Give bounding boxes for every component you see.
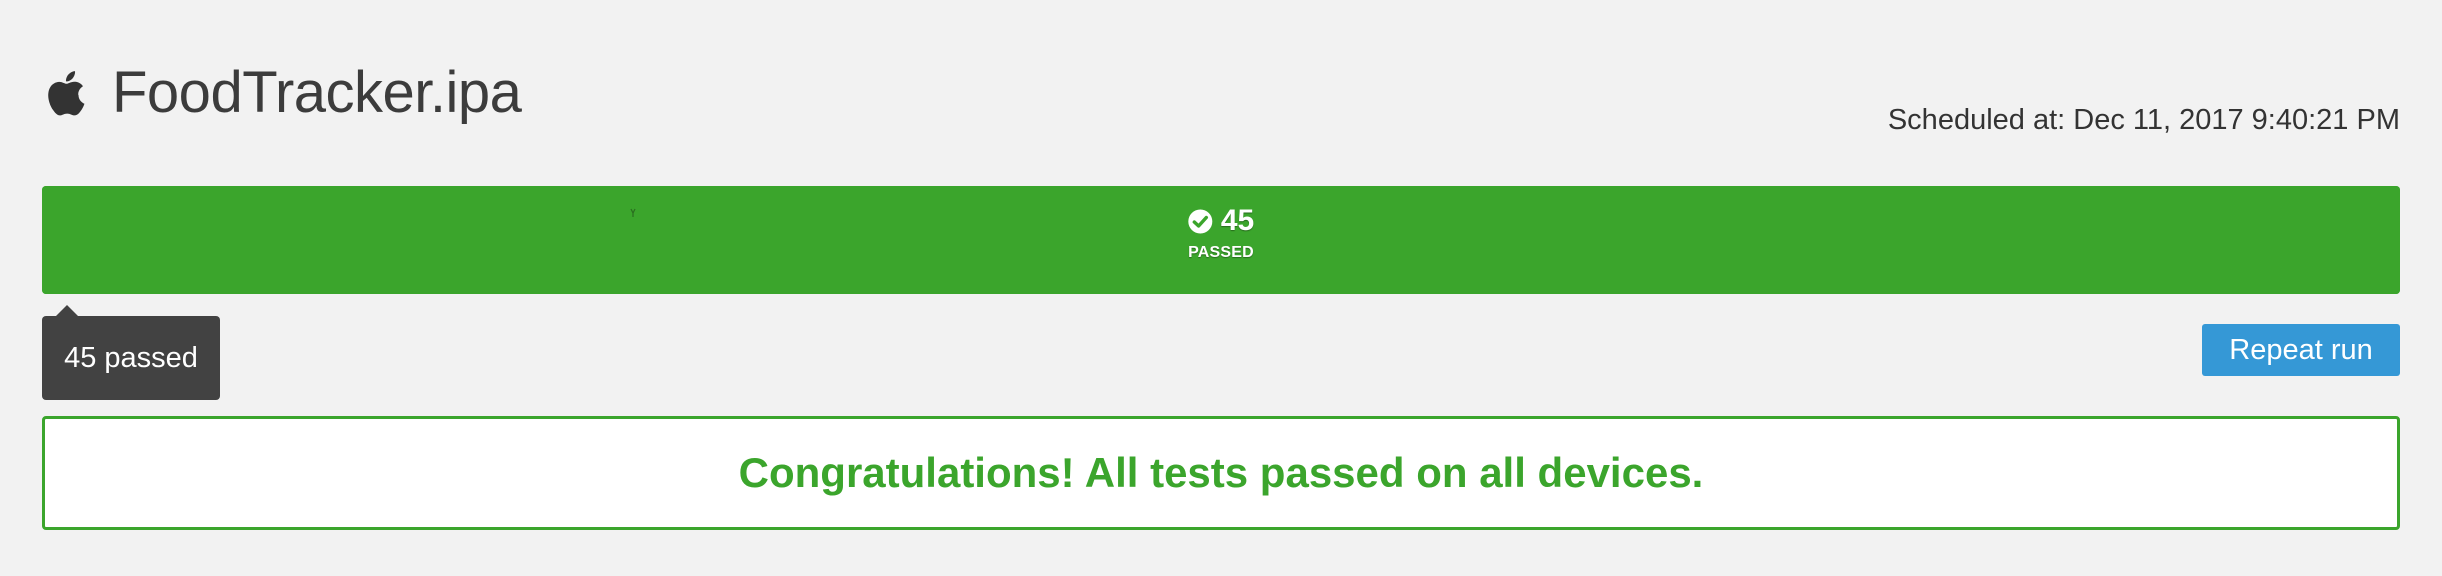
test-results-bar[interactable]: 45 PASSED [42,186,2400,294]
app-title: FoodTracker.ipa [112,60,522,125]
page-header: FoodTracker.ipa [42,60,522,125]
repeat-run-button[interactable]: Repeat run [2202,324,2400,376]
tooltip-arrow [56,305,78,316]
check-circle-icon [1188,209,1213,234]
success-message: Congratulations! All tests passed on all… [738,449,1704,496]
passed-count: 45 [1220,204,1255,237]
passed-label: PASSED [1188,244,1254,261]
tooltip-text: 45 passed [64,341,198,374]
passed-tooltip: 45 passed [42,305,220,400]
scheduled-time: Scheduled at: Dec 11, 2017 9:40:21 PM [1887,104,2400,136]
success-message-box: Congratulations! All tests passed on all… [42,416,2400,530]
mouse-cursor-icon [630,208,636,217]
passed-summary: 45 PASSED [1188,204,1254,262]
apple-icon [42,66,86,120]
